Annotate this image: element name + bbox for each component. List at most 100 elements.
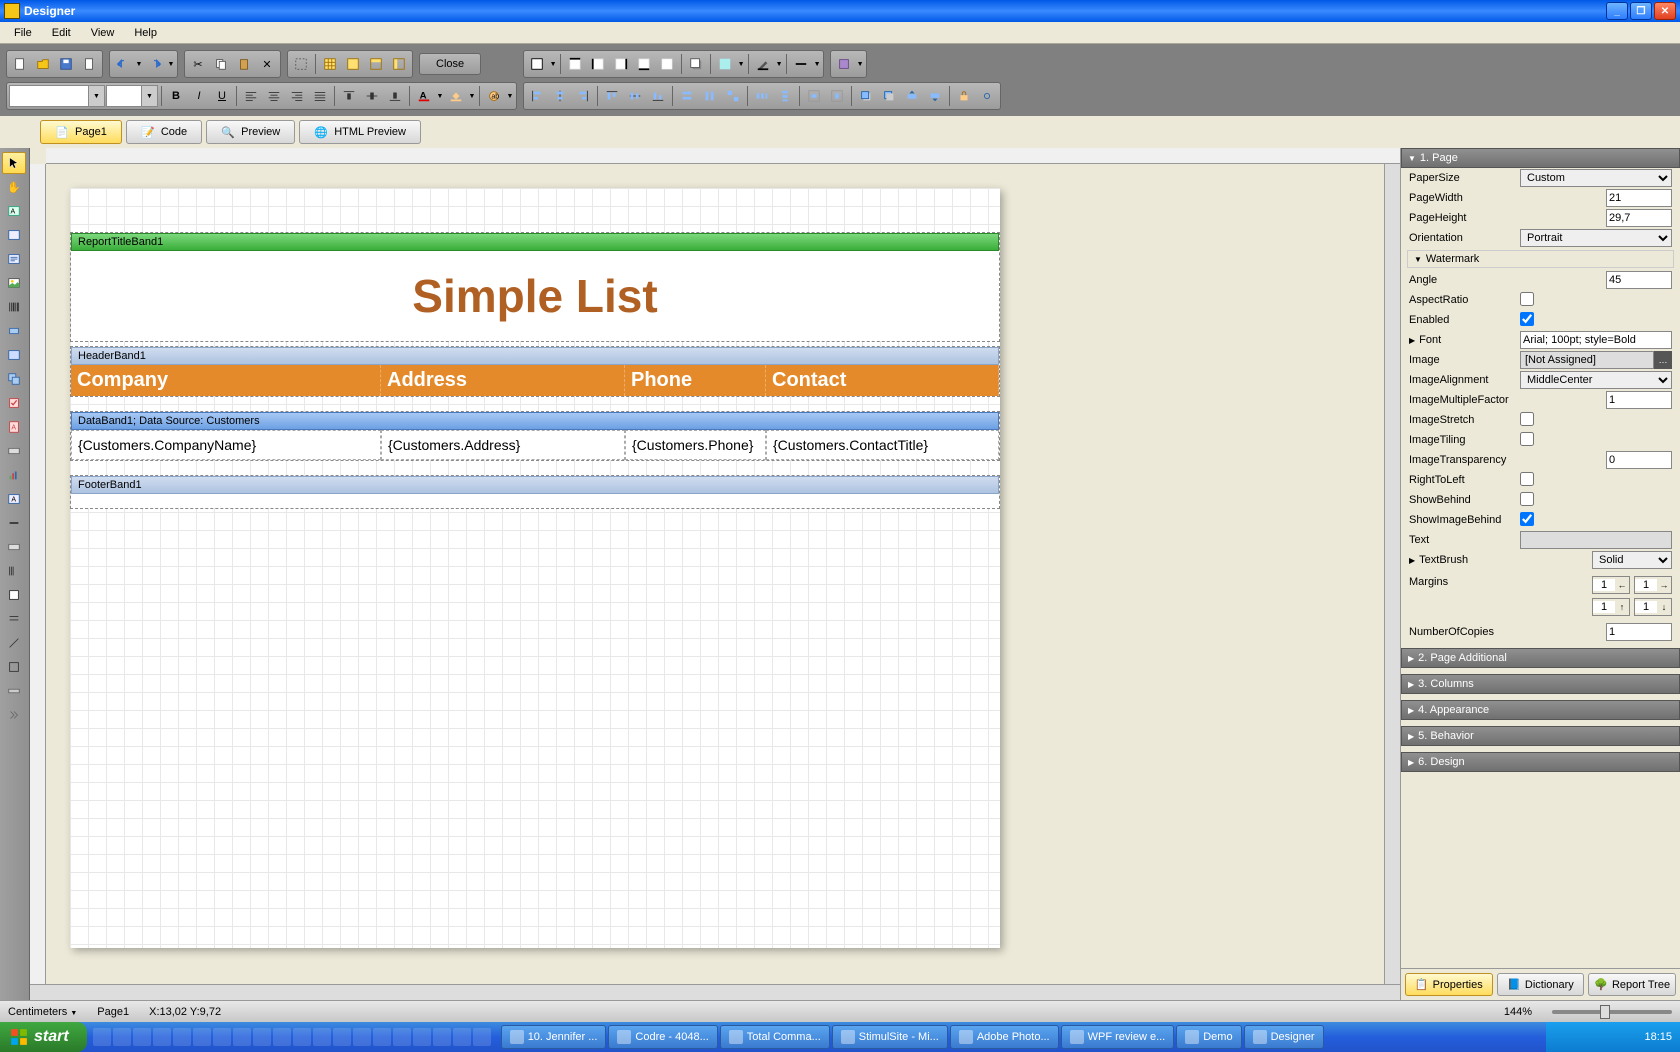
- align-right-icon[interactable]: [286, 85, 308, 107]
- horizontal-ruler[interactable]: [46, 148, 1400, 164]
- copy-icon[interactable]: [210, 53, 232, 75]
- valign-bottom-icon[interactable]: [384, 85, 406, 107]
- margin-right-input[interactable]: [1635, 579, 1657, 591]
- tool-more[interactable]: [2, 704, 26, 726]
- status-units[interactable]: Centimeters ▼: [8, 1006, 77, 1018]
- shadow-icon[interactable]: [685, 53, 707, 75]
- tab-html-preview[interactable]: 🌐 HTML Preview: [299, 120, 421, 144]
- panel-tab-reporttree[interactable]: 🌳Report Tree: [1588, 973, 1676, 996]
- conditions-icon[interactable]: [833, 53, 855, 75]
- text-color-dropdown[interactable]: ▼: [436, 85, 444, 107]
- ql-item[interactable]: [373, 1028, 391, 1046]
- tab-page[interactable]: 📄 Page1: [40, 120, 122, 144]
- prop-showbehind-input[interactable]: [1520, 492, 1534, 506]
- tray-icon[interactable]: [1572, 1030, 1586, 1044]
- ql-item[interactable]: [433, 1028, 451, 1046]
- tool-crosstab[interactable]: [2, 656, 26, 678]
- ql-item[interactable]: [313, 1028, 331, 1046]
- delete-icon[interactable]: ✕: [256, 53, 278, 75]
- prop-imagetrans-input[interactable]: [1606, 451, 1672, 469]
- section-page[interactable]: ▼1. Page: [1401, 148, 1680, 168]
- ql-item[interactable]: [153, 1028, 171, 1046]
- header-band-header[interactable]: HeaderBand1: [71, 347, 999, 365]
- same-width-icon[interactable]: [676, 85, 698, 107]
- tray-icon[interactable]: [1608, 1030, 1622, 1044]
- font-family-combo[interactable]: ▼: [9, 85, 105, 107]
- valign-top-icon[interactable]: [338, 85, 360, 107]
- align-centers-h-icon[interactable]: [549, 85, 571, 107]
- margin-left-input[interactable]: [1593, 579, 1615, 591]
- menu-view[interactable]: View: [81, 25, 125, 41]
- data-company[interactable]: {Customers.CompanyName}: [71, 430, 381, 460]
- horizontal-scrollbar[interactable]: [30, 984, 1400, 1000]
- border-left-icon[interactable]: [587, 53, 609, 75]
- center-v-icon[interactable]: [826, 85, 848, 107]
- tool-shape[interactable]: [2, 320, 26, 342]
- border-bottom-icon[interactable]: [633, 53, 655, 75]
- task-item[interactable]: Codre - 4048...: [608, 1025, 717, 1049]
- data-address[interactable]: {Customers.Address}: [381, 430, 625, 460]
- prop-imagealign-input[interactable]: MiddleCenter: [1520, 371, 1672, 389]
- prop-textbrush-input[interactable]: Solid: [1592, 551, 1672, 569]
- prop-imagetiling-input[interactable]: [1520, 432, 1534, 446]
- align-center-icon[interactable]: [263, 85, 285, 107]
- border-all-icon[interactable]: [526, 53, 548, 75]
- prop-text-input[interactable]: [1520, 531, 1672, 549]
- prop-image-browse[interactable]: …: [1654, 351, 1672, 369]
- text-color-icon[interactable]: A: [413, 85, 435, 107]
- ql-item[interactable]: [193, 1028, 211, 1046]
- show-headers-icon[interactable]: [365, 53, 387, 75]
- ql-item[interactable]: [253, 1028, 271, 1046]
- header-address[interactable]: Address: [381, 365, 625, 396]
- conditions-dropdown[interactable]: ▼: [856, 53, 864, 75]
- fill-color-icon[interactable]: [714, 53, 736, 75]
- ql-item[interactable]: [133, 1028, 151, 1046]
- prop-imagemult-input[interactable]: [1606, 391, 1672, 409]
- align-left-edges-icon[interactable]: [526, 85, 548, 107]
- tool-text[interactable]: A: [2, 200, 26, 222]
- show-grid-icon[interactable]: [319, 53, 341, 75]
- system-tray[interactable]: 18:15: [1546, 1022, 1680, 1052]
- tool-image[interactable]: [2, 272, 26, 294]
- border-style-dropdown[interactable]: ▼: [813, 53, 821, 75]
- border-dropdown[interactable]: ▼: [549, 53, 557, 75]
- minimize-button[interactable]: _: [1606, 2, 1628, 20]
- data-band-header[interactable]: DataBand1; Data Source: Customers: [71, 412, 999, 430]
- data-band[interactable]: DataBand1; Data Source: Customers {Custo…: [70, 411, 1000, 461]
- textbrush-expander[interactable]: ▶: [1409, 556, 1415, 565]
- bold-icon[interactable]: B: [165, 85, 187, 107]
- link-icon[interactable]: [976, 85, 998, 107]
- redo-icon[interactable]: [144, 53, 166, 75]
- undo-icon[interactable]: [112, 53, 134, 75]
- tool-textcell[interactable]: [2, 224, 26, 246]
- space-v-icon[interactable]: [774, 85, 796, 107]
- border-top-icon[interactable]: [564, 53, 586, 75]
- prop-copies-input[interactable]: [1606, 623, 1672, 641]
- tool-roundprim[interactable]: [2, 560, 26, 582]
- report-title-band[interactable]: ReportTitleBand1 Simple List: [70, 232, 1000, 342]
- tool-cross[interactable]: [2, 608, 26, 630]
- task-item[interactable]: 10. Jennifer ...: [501, 1025, 607, 1049]
- maximize-button[interactable]: ❐: [1630, 2, 1652, 20]
- undo-dropdown[interactable]: ▼: [135, 53, 143, 75]
- prop-rtl-input[interactable]: [1520, 472, 1534, 486]
- ql-item[interactable]: [273, 1028, 291, 1046]
- task-item[interactable]: Demo: [1176, 1025, 1241, 1049]
- lock-icon[interactable]: [953, 85, 975, 107]
- tool-subreport[interactable]: A: [2, 416, 26, 438]
- design-surface[interactable]: ReportTitleBand1 Simple List HeaderBand1…: [46, 164, 1384, 984]
- tool-line[interactable]: [2, 632, 26, 654]
- footer-band-header[interactable]: FooterBand1: [71, 476, 999, 494]
- tool-vline[interactable]: [2, 512, 26, 534]
- margin-bottom-input[interactable]: [1635, 601, 1657, 613]
- same-size-icon[interactable]: [722, 85, 744, 107]
- bring-front-icon[interactable]: [855, 85, 877, 107]
- back-color-dropdown[interactable]: ▼: [468, 85, 476, 107]
- section-design[interactable]: ▶6. Design: [1401, 752, 1680, 772]
- close-designer-button[interactable]: Close: [422, 56, 478, 72]
- ql-item[interactable]: [333, 1028, 351, 1046]
- ql-item[interactable]: [413, 1028, 431, 1046]
- back-color-icon[interactable]: [445, 85, 467, 107]
- task-item[interactable]: Designer: [1244, 1025, 1324, 1049]
- prop-imagestretch-input[interactable]: [1520, 412, 1534, 426]
